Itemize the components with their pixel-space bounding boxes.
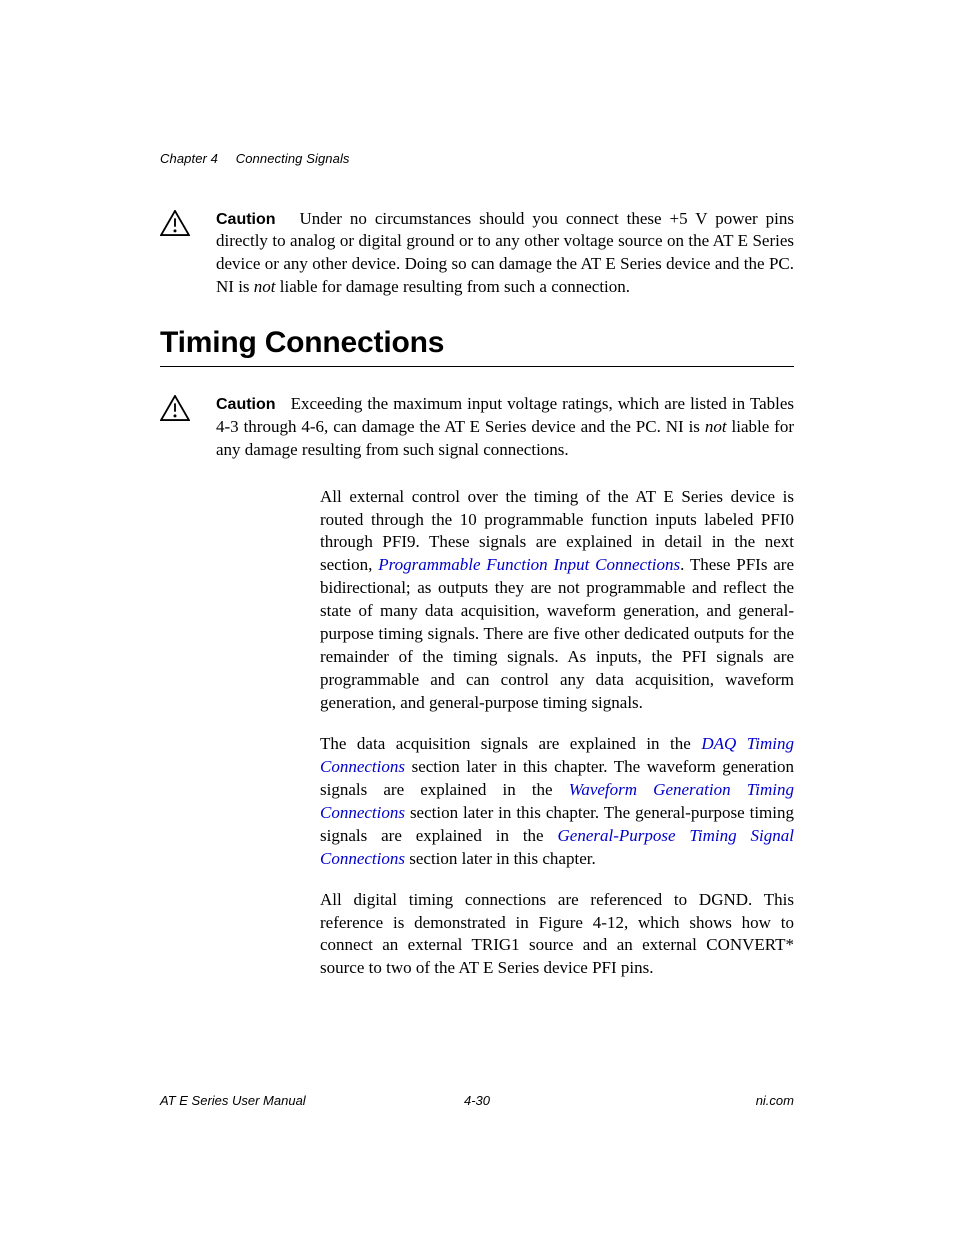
caution-label: Caution [216,396,276,413]
body-paragraph-2: The data acquisition signals are explain… [320,733,794,871]
caution-body-after: liable for damage resulting from such a … [276,277,631,296]
p2-s1-before: The data acquisition signals are explain… [320,734,701,753]
caution-icon [160,210,190,236]
body-text-block: All external control over the timing of … [320,486,794,981]
caution-label: Caution [216,211,276,228]
body-paragraph-3: All digital timing connections are refer… [320,889,794,981]
chapter-title: Connecting Signals [236,151,350,166]
caution-not-word: not [254,277,276,296]
section-heading: Timing Connections [160,323,794,364]
caution-block-2: Caution Exceeding the maximum input volt… [160,393,794,462]
chapter-number: Chapter 4 [160,151,218,166]
caution-block-1: Caution Under no circumstances should yo… [160,208,794,300]
section-rule [160,366,794,367]
p1-after: . These PFIs are bidirectional; as outpu… [320,555,794,712]
caution-text-2: Caution Exceeding the maximum input volt… [216,393,794,462]
caution2-not-word: not [705,417,727,436]
p2-s3-after: section later in this chapter. [405,849,596,868]
body-paragraph-1: All external control over the timing of … [320,486,794,715]
document-page: Chapter 4 Connecting Signals Caution Und… [0,0,954,1235]
running-header: Chapter 4 Connecting Signals [160,150,794,168]
caution-icon [160,395,190,421]
footer-left: AT E Series User Manual [160,1092,371,1110]
footer-page-number: 4-30 [371,1092,582,1110]
footer-right: ni.com [583,1092,794,1110]
link-programmable-function-input-connections[interactable]: Programmable Function Input Connections [378,555,680,574]
caution-text-1: Caution Under no circumstances should yo… [216,208,794,300]
page-footer: AT E Series User Manual 4-30 ni.com [160,1092,794,1110]
